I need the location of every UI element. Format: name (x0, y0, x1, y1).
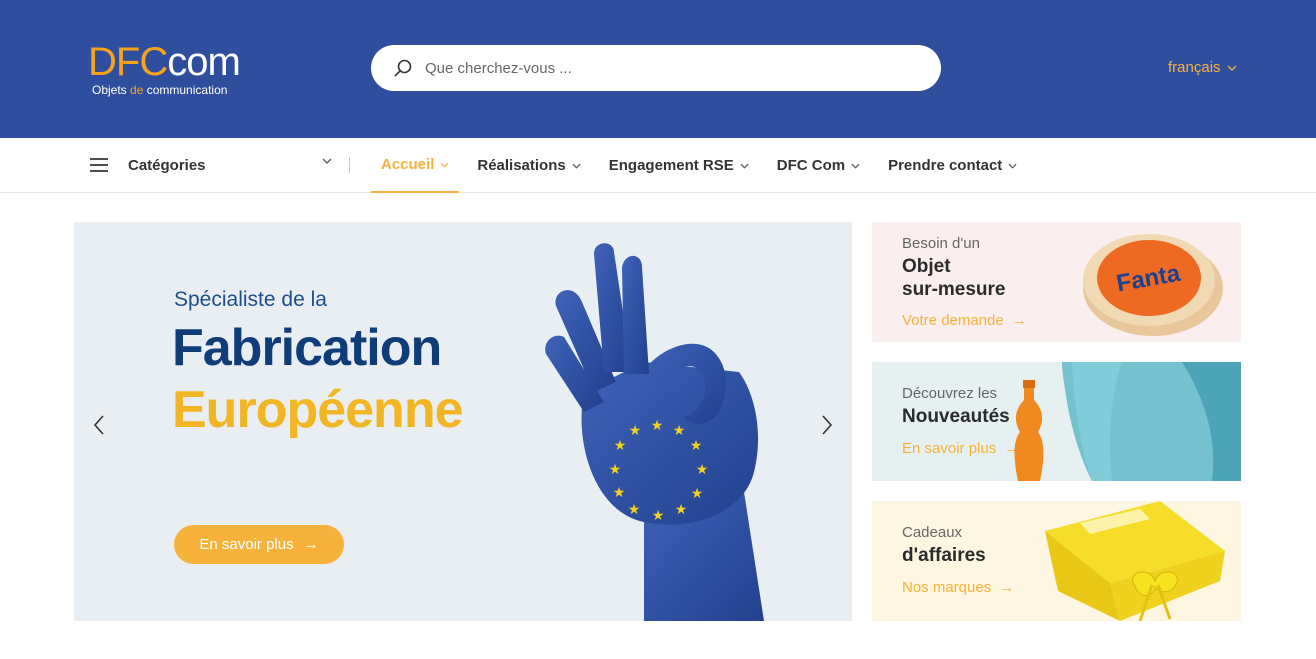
svg-text:★: ★ (609, 461, 622, 477)
arrow-right-icon: → (303, 536, 319, 553)
card-link[interactable]: Nos marques → (902, 579, 1014, 596)
nav-divider (349, 157, 350, 173)
card-kicker: Besoin d'un (902, 235, 980, 252)
categories-menu[interactable]: Catégories (90, 138, 350, 192)
card-link[interactable]: En savoir plus → (902, 440, 1019, 457)
wooden-coaster-image: Fanta (1083, 234, 1223, 336)
hero-kicker: Spécialiste de la (174, 288, 327, 311)
tagline-part-b: communication (143, 83, 228, 97)
tagline-de: de (130, 83, 144, 97)
language-label: français (1168, 59, 1221, 76)
logo-wordmark: DFCcom (88, 40, 241, 84)
card-title: Objet sur-mesure (902, 255, 1006, 301)
tagline-part-a: Objets (92, 83, 131, 97)
nav-item-realisations[interactable]: Réalisations (467, 138, 590, 193)
chevron-down-icon (572, 163, 581, 169)
nav-item-dfc-com[interactable]: DFC Com (767, 138, 870, 193)
nav-item-label: Engagement RSE (608, 157, 734, 174)
nav-item-label: Accueil (381, 156, 435, 173)
nav-item-label: DFC Com (776, 157, 846, 174)
promo-card-new-products[interactable]: Découvrez les Nouveautés En savoir plus … (872, 362, 1241, 481)
hamburger-icon[interactable] (90, 158, 108, 172)
promo-card-business-gifts[interactable]: Cadeaux d'affaires Nos marques → (872, 501, 1241, 621)
hero-cta-label: En savoir plus (199, 536, 294, 553)
slider-prev-arrow-icon[interactable] (92, 414, 106, 436)
card-link-label: En savoir plus (902, 440, 997, 457)
svg-text:★: ★ (651, 417, 664, 433)
hero-slider: Spécialiste de la Fabrication Européenne… (74, 222, 852, 621)
hero-title-line1: Fabrication (172, 319, 442, 377)
nav-menu: Accueil Réalisations Engagement RSE DFC … (371, 138, 1035, 193)
card-link-label: Nos marques (902, 579, 992, 596)
chevron-down-icon (851, 163, 860, 169)
nav-item-label: Prendre contact (888, 157, 1003, 174)
chevron-down-icon (740, 163, 749, 169)
svg-text:★: ★ (696, 461, 709, 477)
card-kicker: Cadeaux (902, 524, 963, 541)
card-title: d'affaires (902, 545, 986, 566)
gift-box-image (1045, 501, 1225, 621)
card-link[interactable]: Votre demande → (902, 312, 1027, 329)
nav-item-engagement-rse[interactable]: Engagement RSE (599, 138, 759, 193)
svg-text:★: ★ (675, 501, 688, 517)
hero-title-line2: Européenne (172, 381, 463, 439)
language-selector[interactable]: français (1168, 59, 1237, 76)
chevron-down-icon (1227, 65, 1236, 71)
card-kicker: Découvrez les (902, 385, 998, 402)
arrow-right-icon: → (1011, 312, 1027, 329)
slider-next-arrow-icon[interactable] (820, 414, 834, 436)
search-input[interactable] (425, 59, 905, 77)
svg-text:★: ★ (652, 507, 665, 523)
card-title: Nouveautés (902, 406, 1010, 427)
site-logo[interactable]: DFCcom Objets de communication (88, 40, 268, 100)
hero-cta-button[interactable]: En savoir plus → (174, 525, 344, 564)
card-title-line1: Objet (902, 256, 951, 277)
logo-dfc: DFC (88, 40, 168, 84)
chevron-down-icon (322, 158, 332, 164)
card-title-line2: sur-mesure (902, 279, 1006, 300)
svg-text:★: ★ (628, 501, 641, 517)
nav-item-accueil[interactable]: Accueil (371, 138, 460, 193)
svg-text:★: ★ (673, 422, 686, 438)
eu-hand-illustration: ★ ★ ★ ★ ★ ★ ★ ★ ★ ★ ★ ★ (545, 243, 764, 621)
logo-com: com (167, 40, 241, 84)
search-bar[interactable] (371, 45, 941, 91)
chevron-down-icon (440, 162, 449, 168)
promo-card-custom-object[interactable]: Besoin d'un Objet sur-mesure Votre deman… (872, 222, 1241, 342)
card-link-label: Votre demande (902, 312, 1004, 329)
nav-item-prendre-contact[interactable]: Prendre contact (878, 138, 1027, 193)
chevron-down-icon (1008, 163, 1017, 169)
site-header: DFCcom Objets de communication français (0, 0, 1316, 138)
search-icon[interactable] (393, 58, 413, 78)
categories-label: Catégories (128, 156, 206, 174)
svg-text:★: ★ (691, 485, 704, 501)
bottles-image (1014, 362, 1241, 481)
main-navigation: Catégories Accueil Réalisations Engageme… (0, 138, 1316, 193)
arrow-right-icon: → (999, 579, 1015, 596)
svg-text:★: ★ (690, 437, 703, 453)
logo-tagline: Objets de communication (92, 83, 227, 97)
svg-text:★: ★ (629, 422, 642, 438)
svg-text:★: ★ (614, 437, 627, 453)
svg-text:★: ★ (613, 484, 626, 500)
nav-item-label: Réalisations (477, 157, 566, 174)
